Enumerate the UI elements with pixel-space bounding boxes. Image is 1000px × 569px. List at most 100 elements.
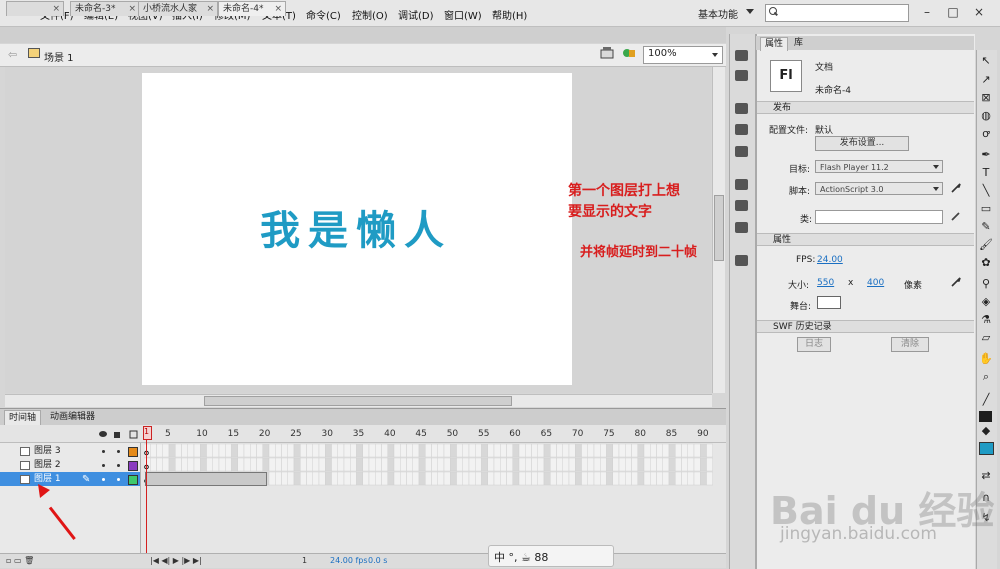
hand-tool-icon[interactable]: ✋ (979, 353, 993, 365)
new-layer-icon[interactable]: ▫ ▭ 🗑 (6, 556, 34, 565)
visibility-dot[interactable] (102, 450, 105, 453)
fps-readout[interactable]: 24.00 fps (330, 556, 368, 565)
annotation-line-2: 要显示的文字 (568, 204, 652, 220)
align-icon[interactable] (735, 103, 748, 114)
wrench-icon[interactable] (951, 183, 961, 193)
stage-text[interactable]: 我是懒人 (260, 198, 452, 256)
section-properties[interactable]: 属性 (757, 233, 974, 246)
layer-row-selected[interactable]: 图层 1 ✎ (0, 472, 140, 486)
edit-symbol-icon[interactable] (622, 47, 636, 59)
log-button[interactable]: 日志 (797, 337, 831, 352)
close-button[interactable]: × (970, 4, 988, 20)
color-icon[interactable] (735, 50, 748, 61)
menu-command[interactable]: 命令(C) (306, 7, 341, 22)
line-tool-icon[interactable]: ╲ (979, 185, 993, 197)
pencil-icon[interactable] (951, 211, 961, 221)
doc-tab[interactable]: × (6, 1, 64, 16)
eraser-tool-icon[interactable]: ▱ (979, 332, 993, 344)
free-transform-tool-icon[interactable]: ⊠ (979, 92, 993, 104)
lock-dot[interactable] (117, 478, 120, 481)
width-value[interactable]: 550 (817, 278, 834, 288)
paint-bucket-tool-icon[interactable]: ◈ (979, 296, 993, 308)
section-swf-history[interactable]: SWF 历史记录 (757, 320, 974, 333)
menu-debug[interactable]: 调试(D) (398, 7, 434, 22)
layer-color-swatch[interactable] (128, 475, 138, 485)
brush-tool-icon[interactable]: 🖌 (979, 239, 993, 251)
chevron-down-icon[interactable] (712, 53, 718, 57)
actions-icon[interactable] (735, 179, 748, 190)
scene-label[interactable]: 场景 1 (44, 49, 74, 64)
stage-color-swatch[interactable] (817, 296, 841, 309)
class-input[interactable] (815, 210, 943, 224)
transform-icon[interactable] (735, 146, 748, 157)
frame-cell (506, 457, 513, 472)
workspace-switcher[interactable]: 基本功能 (698, 6, 738, 21)
doc-tab-active[interactable]: 未命名-4* × (218, 1, 286, 16)
help-search-input[interactable] (765, 4, 909, 22)
close-icon[interactable]: × (274, 2, 282, 16)
vertical-scroll-thumb[interactable] (714, 195, 724, 261)
horizontal-scroll-thumb[interactable] (204, 396, 512, 406)
pen-tool-icon[interactable]: ✒ (979, 149, 993, 161)
doc-tab[interactable]: 小桥流水人家 × (138, 1, 218, 16)
zoom-tool-icon[interactable]: ⌕ (979, 371, 993, 383)
layer-color-swatch[interactable] (128, 447, 138, 457)
components-icon[interactable] (735, 200, 748, 211)
ime-text[interactable]: 中 °, ☕ 88 (494, 549, 548, 565)
script-select[interactable]: ActionScript 3.0 (815, 182, 943, 195)
bone-tool-icon[interactable]: ⚲ (979, 278, 993, 290)
tab-motion-editor[interactable]: 动画编辑器 (46, 410, 99, 424)
close-icon[interactable]: × (128, 2, 136, 16)
stroke-color-icon[interactable]: ╱ (979, 394, 993, 406)
fill-color-swatch[interactable] (979, 442, 994, 455)
tab-library[interactable]: 库 (790, 37, 807, 50)
maximize-button[interactable]: □ (944, 4, 962, 20)
section-publish[interactable]: 发布 (757, 101, 974, 114)
selection-tool-icon[interactable]: ↖ (979, 55, 993, 67)
clear-button[interactable]: 清除 (891, 337, 929, 352)
visibility-dot[interactable] (102, 464, 105, 467)
motion-presets-icon[interactable] (735, 222, 748, 233)
eyedropper-tool-icon[interactable]: ⚗ (979, 314, 993, 326)
height-value[interactable]: 400 (867, 278, 884, 288)
menu-help[interactable]: 帮助(H) (492, 7, 527, 22)
stroke-color-swatch[interactable] (979, 411, 992, 422)
history-icon[interactable] (735, 255, 748, 266)
minimize-button[interactable]: – (918, 4, 936, 20)
close-icon[interactable]: × (206, 2, 214, 16)
deco-tool-icon[interactable]: ✿ (979, 257, 993, 269)
fps-value[interactable]: 24.00 (817, 255, 843, 265)
lasso-tool-icon[interactable]: ꝍ (979, 128, 993, 140)
target-value: Flash Player 11.2 (820, 163, 889, 172)
lock-dot[interactable] (117, 450, 120, 453)
fill-color-icon[interactable]: ◆ (979, 425, 993, 437)
text-tool-icon[interactable]: T (979, 167, 993, 179)
doc-tab[interactable]: 未命名-3* × (70, 1, 140, 16)
menu-control[interactable]: 控制(O) (352, 7, 388, 22)
chevron-down-icon[interactable] (746, 9, 754, 14)
layer-color-swatch[interactable] (128, 461, 138, 471)
rectangle-tool-icon[interactable]: ▭ (979, 203, 993, 215)
pencil-tool-icon[interactable]: ✎ (979, 221, 993, 233)
lock-dot[interactable] (117, 464, 120, 467)
target-select[interactable]: Flash Player 11.2 (815, 160, 943, 173)
layer-row[interactable]: 图层 3 (0, 444, 140, 458)
swatches-icon[interactable] (735, 70, 748, 81)
frame-cell (312, 457, 320, 472)
publish-settings-button[interactable]: 发布设置... (815, 136, 909, 151)
edit-scene-icon[interactable] (600, 47, 614, 59)
menu-window[interactable]: 窗口(W) (444, 7, 482, 22)
layer-row[interactable]: 图层 2 (0, 458, 140, 472)
size-x-label: x (848, 278, 854, 288)
playback-controls[interactable]: |◀ ◀| ▶ |▶ ▶| (150, 556, 202, 565)
tab-timeline[interactable]: 时间轴 (4, 410, 42, 425)
3d-rotation-tool-icon[interactable]: ◍ (979, 110, 993, 122)
info-icon[interactable] (735, 124, 748, 135)
wrench-icon[interactable] (951, 277, 961, 287)
close-icon[interactable]: × (52, 2, 60, 16)
tab-properties[interactable]: 属性 (760, 37, 789, 51)
frame-span[interactable] (145, 472, 267, 486)
visibility-dot[interactable] (102, 478, 105, 481)
back-arrow-icon[interactable]: ⇦ (8, 48, 17, 61)
subselection-tool-icon[interactable]: ↗ (979, 74, 993, 86)
